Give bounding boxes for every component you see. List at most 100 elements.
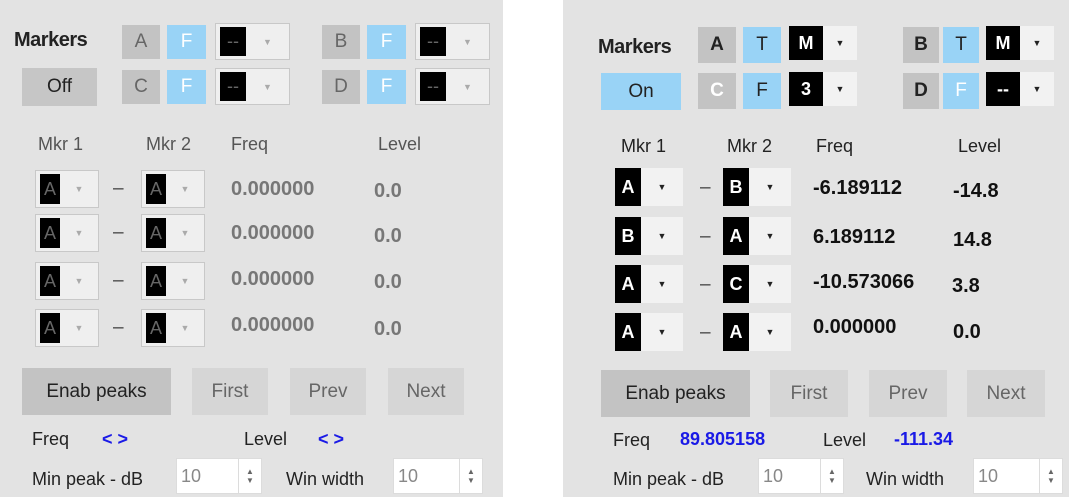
chevron-down-icon: ▼: [765, 279, 775, 289]
mkr1-select[interactable]: B ▼: [615, 217, 683, 255]
mkr1-value: A: [40, 266, 60, 296]
freq-value: 0.000000: [231, 222, 315, 244]
mkr1-value: A: [40, 218, 60, 248]
mkr2-header: Mkr 2: [727, 136, 772, 156]
win-width-stepper[interactable]: 10 ▲ ▼: [973, 458, 1063, 494]
marker-c-mode-button[interactable]: F: [167, 70, 206, 104]
freq-value: -10.573066: [813, 271, 915, 293]
mkr1-value: A: [615, 313, 641, 351]
marker-a-select-value: M: [789, 26, 823, 60]
mkr2-select[interactable]: B ▼: [723, 168, 791, 206]
marker-a-button[interactable]: A: [122, 25, 160, 59]
peak-freq-label: Freq: [32, 429, 70, 449]
marker-c-mode-button[interactable]: F: [743, 73, 781, 109]
win-width-value: 10: [978, 465, 999, 486]
peak-freq-value: 89.805158: [680, 429, 766, 449]
chevron-down-icon: ▼: [765, 327, 775, 337]
mkr1-value: A: [615, 265, 641, 303]
mkr1-select[interactable]: A ▼: [35, 170, 99, 208]
mkr1-value: B: [615, 217, 641, 255]
marker-c-button[interactable]: C: [122, 70, 160, 104]
enable-peaks-button[interactable]: Enab peaks: [22, 368, 171, 415]
win-width-stepper[interactable]: 10 ▲ ▼: [393, 458, 483, 494]
marker-d-button[interactable]: D: [322, 70, 360, 104]
marker-b-mode-button[interactable]: F: [367, 25, 406, 59]
freq-value: 0.000000: [231, 178, 315, 200]
marker-c-select[interactable]: -- ▼: [215, 68, 290, 105]
marker-b-button[interactable]: B: [903, 27, 939, 63]
chevron-down-icon: ▼: [1032, 38, 1042, 48]
mkr1-select[interactable]: A ▼: [615, 168, 683, 206]
mkr1-value: A: [40, 174, 60, 204]
markers-toggle-button[interactable]: On: [601, 73, 681, 110]
mkr2-value: A: [146, 313, 166, 343]
markers-toggle-button[interactable]: Off: [22, 68, 97, 106]
peak-level-value: -111.34: [894, 429, 954, 449]
chevron-down-icon: ▼: [180, 184, 190, 194]
min-peak-stepper[interactable]: 10 ▲ ▼: [758, 458, 844, 494]
dash-separator: –: [113, 270, 124, 291]
mkr2-select[interactable]: A ▼: [141, 214, 205, 252]
marker-panel-off: Markers A F -- ▼ B F -- ▼ Off C F -- ▼ D…: [0, 0, 503, 497]
marker-d-button[interactable]: D: [903, 73, 939, 109]
mkr2-select[interactable]: A ▼: [141, 262, 205, 300]
spin-arrows-icon[interactable]: ▲ ▼: [1039, 459, 1062, 493]
peak-level-value: < >: [318, 429, 345, 449]
level-value: 14.8: [953, 229, 992, 251]
mkr2-select[interactable]: C ▼: [723, 265, 791, 303]
spin-arrows-icon[interactable]: ▲ ▼: [459, 459, 482, 493]
marker-d-select[interactable]: -- ▼: [986, 72, 1054, 106]
chevron-down-icon: ▼: [835, 84, 845, 94]
freq-value: 0.000000: [231, 268, 315, 290]
mkr2-select[interactable]: A ▼: [141, 309, 205, 347]
mkr1-select[interactable]: A ▼: [35, 262, 99, 300]
marker-a-select[interactable]: -- ▼: [215, 23, 290, 60]
marker-a-mode-button[interactable]: F: [167, 25, 206, 59]
min-peak-value: 10: [763, 465, 784, 486]
chevron-down-icon: ▼: [463, 81, 472, 92]
prev-button[interactable]: Prev: [290, 368, 366, 415]
chevron-down-icon: ▼: [1032, 84, 1042, 94]
marker-b-select[interactable]: M ▼: [986, 26, 1054, 60]
marker-a-button[interactable]: A: [698, 27, 736, 63]
spin-arrows-icon[interactable]: ▲ ▼: [820, 459, 843, 493]
win-width-label: Win width: [286, 469, 365, 489]
dash-separator: –: [113, 178, 124, 199]
marker-c-button[interactable]: C: [698, 73, 736, 109]
markers-title: Markers: [14, 29, 88, 51]
peak-level-label: Level: [823, 430, 867, 450]
marker-a-mode-button[interactable]: T: [743, 27, 781, 63]
level-value: 0.0: [374, 271, 402, 293]
chevron-down-icon: ▼: [180, 228, 190, 238]
mkr2-select[interactable]: A ▼: [141, 170, 205, 208]
freq-header: Freq: [231, 134, 269, 154]
marker-a-select[interactable]: M ▼: [789, 26, 857, 60]
level-header: Level: [378, 134, 422, 154]
marker-d-mode-button[interactable]: F: [943, 73, 979, 109]
mkr1-select[interactable]: A ▼: [615, 313, 683, 351]
marker-d-select-value: --: [986, 72, 1020, 106]
next-button[interactable]: Next: [388, 368, 464, 415]
mkr1-select[interactable]: A ▼: [615, 265, 683, 303]
spin-arrows-icon[interactable]: ▲ ▼: [238, 459, 261, 493]
prev-button[interactable]: Prev: [869, 370, 947, 417]
mkr2-value: A: [146, 174, 166, 204]
mkr2-select[interactable]: A ▼: [723, 217, 791, 255]
marker-b-mode-button[interactable]: T: [943, 27, 979, 63]
next-button[interactable]: Next: [967, 370, 1045, 417]
marker-d-select[interactable]: -- ▼: [415, 68, 490, 105]
marker-d-mode-button[interactable]: F: [367, 70, 406, 104]
peak-freq-value: < >: [102, 429, 129, 449]
chevron-down-icon: ▼: [657, 327, 667, 337]
first-button[interactable]: First: [770, 370, 848, 417]
min-peak-stepper[interactable]: 10 ▲ ▼: [176, 458, 262, 494]
marker-b-select[interactable]: -- ▼: [415, 23, 490, 60]
mkr1-select[interactable]: A ▼: [35, 214, 99, 252]
enable-peaks-button[interactable]: Enab peaks: [601, 370, 750, 417]
marker-b-button[interactable]: B: [322, 25, 360, 59]
first-button[interactable]: First: [192, 368, 268, 415]
chevron-down-icon: ▼: [263, 81, 272, 92]
mkr1-select[interactable]: A ▼: [35, 309, 99, 347]
mkr2-select[interactable]: A ▼: [723, 313, 791, 351]
marker-c-select[interactable]: 3 ▼: [789, 72, 857, 106]
